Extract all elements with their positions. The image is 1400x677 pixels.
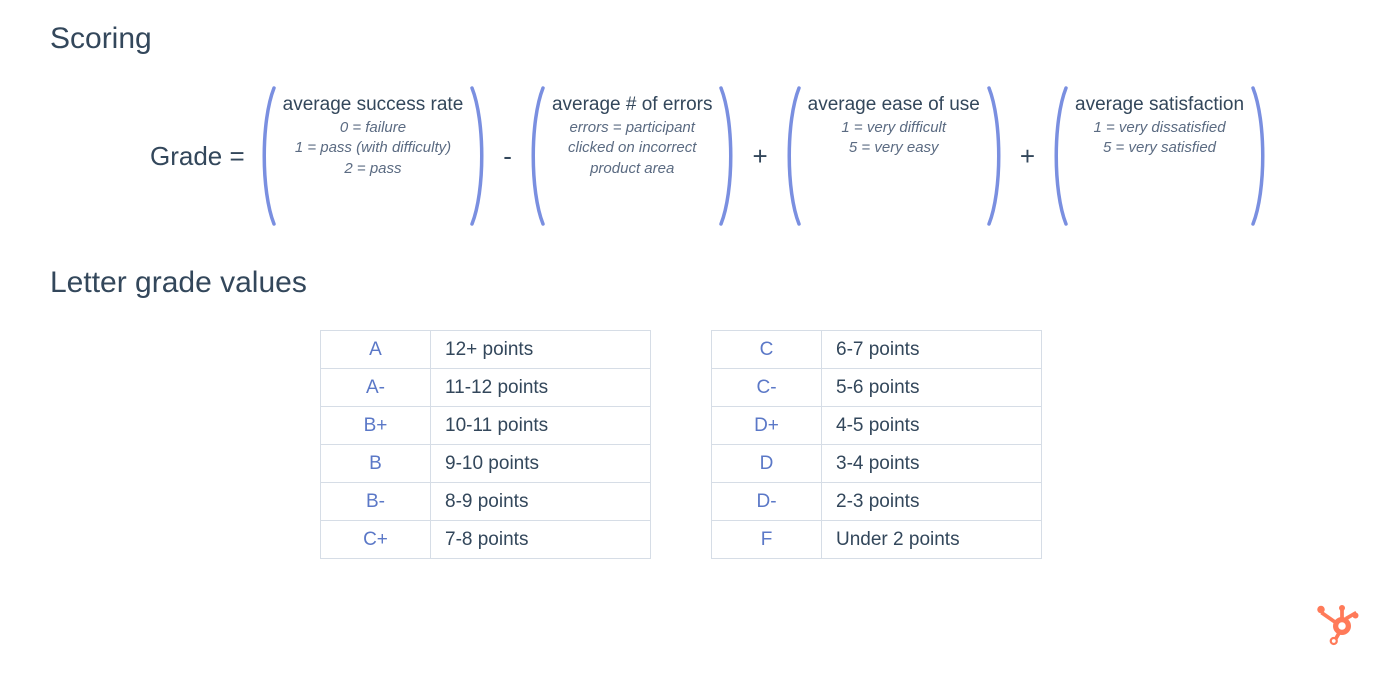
plus-operator: + <box>1006 141 1049 172</box>
formula-term-errors: average # of errors errors = participant… <box>526 86 739 226</box>
left-paren-icon <box>782 86 802 226</box>
left-paren-icon <box>1049 86 1069 226</box>
grade-letter: A- <box>321 369 431 407</box>
grade-letter: C <box>712 331 822 369</box>
right-paren-icon <box>986 86 1006 226</box>
grade-range: 11-12 points <box>431 369 651 407</box>
term-sub: errors = participant <box>569 118 694 138</box>
right-paren-icon <box>718 86 738 226</box>
grade-range: 7-8 points <box>431 521 651 559</box>
table-row: B+10-11 points <box>321 407 651 445</box>
right-paren-icon <box>469 86 489 226</box>
term-title: average success rate <box>283 94 464 116</box>
scoring-heading: Scoring <box>50 22 1350 56</box>
grade-table-right: C6-7 points C-5-6 points D+4-5 points D3… <box>711 330 1042 559</box>
table-row: A12+ points <box>321 331 651 369</box>
table-row: B-8-9 points <box>321 483 651 521</box>
plus-operator: + <box>738 141 781 172</box>
grade-range: 10-11 points <box>431 407 651 445</box>
grade-range: 8-9 points <box>431 483 651 521</box>
term-sub: 5 = very satisfied <box>1103 138 1216 158</box>
grade-letter: B- <box>321 483 431 521</box>
grade-table-left: A12+ points A-11-12 points B+10-11 point… <box>320 330 651 559</box>
formula-term-success-rate: average success rate 0 = failure 1 = pas… <box>257 86 490 226</box>
term-sub: clicked on incorrect <box>568 138 696 158</box>
term-sub: 2 = pass <box>344 159 401 179</box>
hubspot-sprocket-icon <box>1312 599 1360 647</box>
grade-range: 12+ points <box>431 331 651 369</box>
grade-range: 9-10 points <box>431 445 651 483</box>
left-paren-icon <box>257 86 277 226</box>
table-row: C+7-8 points <box>321 521 651 559</box>
grade-range: Under 2 points <box>822 521 1042 559</box>
grade-letter: C+ <box>321 521 431 559</box>
grade-range: 4-5 points <box>822 407 1042 445</box>
table-row: D-2-3 points <box>712 483 1042 521</box>
table-row: D3-4 points <box>712 445 1042 483</box>
letter-grade-heading: Letter grade values <box>50 266 1350 300</box>
grade-range: 6-7 points <box>822 331 1042 369</box>
term-title: average ease of use <box>808 94 980 116</box>
term-sub: 5 = very easy <box>849 138 939 158</box>
grade-letter: B+ <box>321 407 431 445</box>
grade-formula: Grade = average success rate 0 = failure… <box>150 86 1350 226</box>
grade-letter: B <box>321 445 431 483</box>
grade-equals-label: Grade = <box>150 141 245 172</box>
term-title: average satisfaction <box>1075 94 1244 116</box>
table-row: A-11-12 points <box>321 369 651 407</box>
grade-range: 2-3 points <box>822 483 1042 521</box>
grade-letter: D- <box>712 483 822 521</box>
formula-term-satisfaction: average satisfaction 1 = very dissatisfi… <box>1049 86 1270 226</box>
minus-operator: - <box>489 141 526 172</box>
table-row: C6-7 points <box>712 331 1042 369</box>
term-sub: 1 = very difficult <box>841 118 946 138</box>
table-row: C-5-6 points <box>712 369 1042 407</box>
left-paren-icon <box>526 86 546 226</box>
term-sub: product area <box>590 159 674 179</box>
formula-term-ease-of-use: average ease of use 1 = very difficult 5… <box>782 86 1006 226</box>
right-paren-icon <box>1250 86 1270 226</box>
term-sub: 1 = very dissatisfied <box>1093 118 1225 138</box>
table-row: D+4-5 points <box>712 407 1042 445</box>
term-sub: 0 = failure <box>340 118 406 138</box>
table-row: B9-10 points <box>321 445 651 483</box>
table-row: FUnder 2 points <box>712 521 1042 559</box>
grade-letter: D <box>712 445 822 483</box>
grade-letter: C- <box>712 369 822 407</box>
term-sub: 1 = pass (with difficulty) <box>295 138 451 158</box>
grade-letter: A <box>321 331 431 369</box>
grade-letter: D+ <box>712 407 822 445</box>
term-title: average # of errors <box>552 94 713 116</box>
grade-range: 3-4 points <box>822 445 1042 483</box>
grade-range: 5-6 points <box>822 369 1042 407</box>
grade-letter: F <box>712 521 822 559</box>
